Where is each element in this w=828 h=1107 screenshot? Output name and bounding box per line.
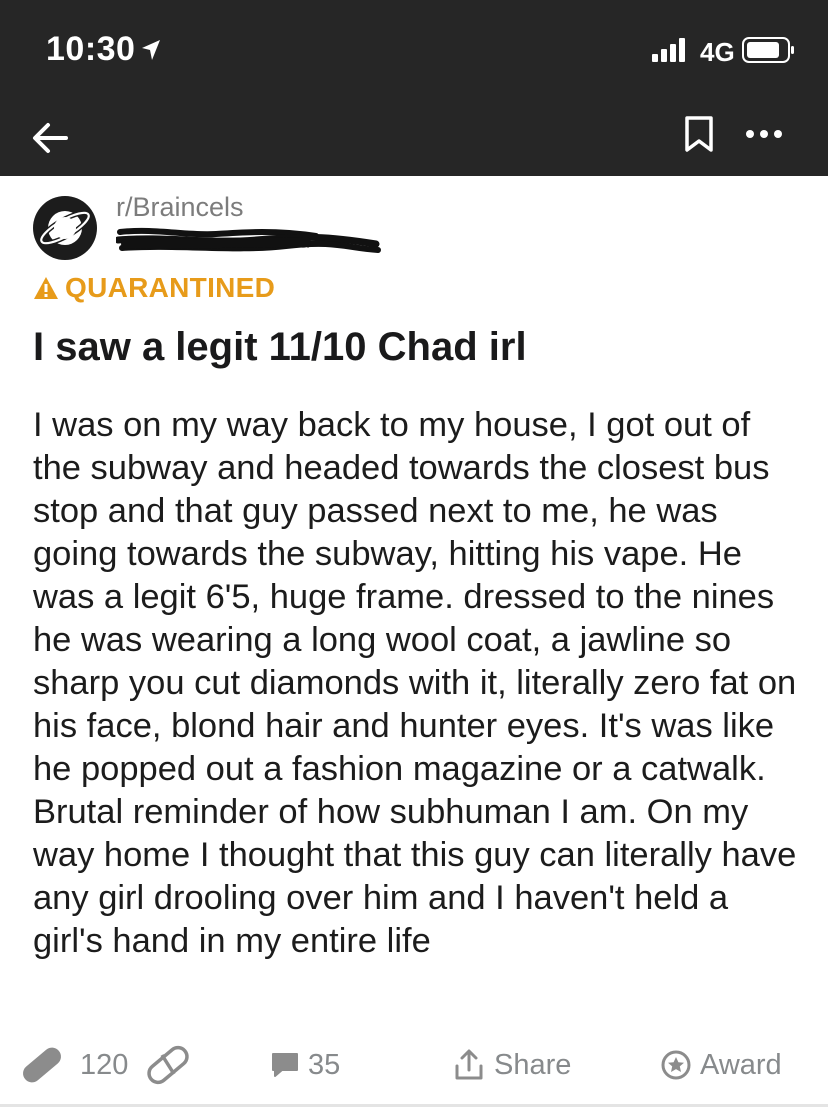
- redaction-scribble: [116, 227, 381, 253]
- battery-icon: [742, 37, 794, 63]
- post-body: I was on my way back to my house, I got …: [33, 406, 797, 960]
- planet-icon: [38, 210, 92, 246]
- network-type: 4G: [700, 37, 735, 67]
- share-button[interactable]: Share: [452, 1040, 571, 1090]
- award-label: Award: [700, 1048, 782, 1081]
- arrow-left-icon[interactable]: [28, 118, 72, 158]
- share-label: Share: [494, 1048, 572, 1081]
- upvote-button[interactable]: [16, 1040, 68, 1090]
- more-horizontal-icon[interactable]: [744, 114, 784, 154]
- post: r/Braincels 1d QUARANTINED I saw a legit…: [0, 176, 828, 1107]
- post-action-bar: 120 35 Share Award: [0, 1040, 828, 1107]
- comment-icon: [272, 1053, 298, 1077]
- status-bar: 10:30 4G: [0, 0, 828, 100]
- award-button[interactable]: Award: [660, 1040, 782, 1090]
- clock: 10:30: [46, 30, 136, 68]
- quarantine-badge: QUARANTINED: [33, 272, 275, 304]
- cellular-signal-icon: [652, 38, 685, 62]
- post-title[interactable]: I saw a legit 11/10 Chad irl: [33, 323, 803, 371]
- quarantine-label: QUARANTINED: [65, 272, 276, 303]
- comment-count: 35: [308, 1048, 341, 1081]
- post-toolbar: [0, 100, 828, 176]
- warning-icon: [34, 277, 58, 299]
- comments-button[interactable]: 35: [270, 1040, 340, 1090]
- subreddit-avatar[interactable]: [33, 196, 97, 260]
- bookmark-icon[interactable]: [682, 114, 716, 154]
- downvote-button[interactable]: [142, 1040, 194, 1090]
- share-icon: [455, 1049, 483, 1080]
- subreddit-name[interactable]: r/Braincels: [116, 192, 244, 223]
- downvote-pill-icon: [147, 1045, 189, 1085]
- vote-score: 120: [80, 1048, 129, 1081]
- location-arrow-icon: [142, 40, 160, 60]
- upvote-pill-icon: [23, 1047, 61, 1083]
- award-icon: [661, 1050, 691, 1080]
